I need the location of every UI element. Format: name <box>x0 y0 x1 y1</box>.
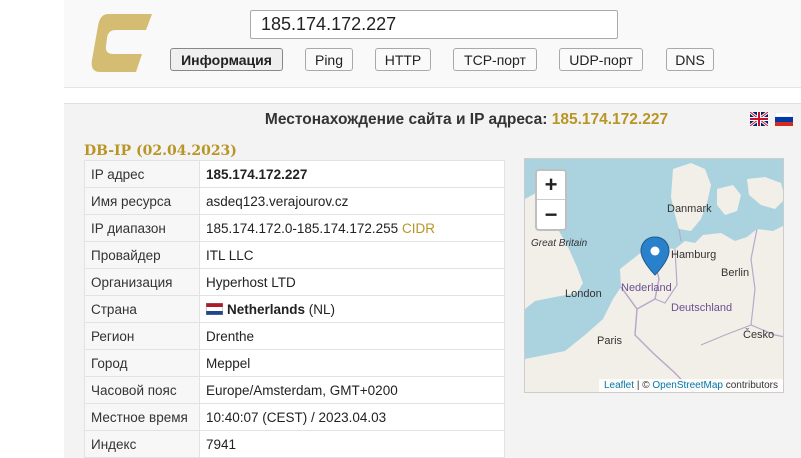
section-title: Местонахождение сайта и IP адреса: 185.1… <box>64 111 801 129</box>
map-attribution: Leaflet | © OpenStreetMap contributors <box>599 379 783 392</box>
title-prefix: Местонахождение сайта и IP адреса: <box>264 111 548 128</box>
row-value: Drenthe <box>199 322 505 350</box>
letter-c-logo-icon[interactable] <box>90 14 152 72</box>
map-zoom-control: + − <box>535 169 567 231</box>
row-value-cell: Netherlands (NL) <box>199 295 505 323</box>
row-value: 185.174.172.227 <box>199 160 505 188</box>
row-value: ITL LLC <box>199 241 505 269</box>
row-value: 7941 <box>199 430 505 458</box>
flag-uk-icon[interactable] <box>750 112 768 126</box>
row-key: Часовой пояс <box>84 376 200 404</box>
map-label-danmark: Danmark <box>667 203 712 215</box>
tab-http[interactable]: HTTP <box>375 48 431 71</box>
db-source-label: DB-IP (02.04.2023) <box>84 143 237 159</box>
row-key: Местное время <box>84 403 200 431</box>
row-key: Страна <box>84 295 200 323</box>
leaflet-link[interactable]: Leaflet <box>604 380 634 391</box>
attribution-suffix: contributors <box>725 380 778 391</box>
table-row: Организация Hyperhost LTD <box>84 268 505 296</box>
row-value: Meppel <box>199 349 505 377</box>
row-value: Europe/Amsterdam, GMT+0200 <box>199 376 505 404</box>
map-label-deutschland: Deutschland <box>671 302 733 314</box>
table-row: Местное время 10:40:07 (CEST) / 2023.04.… <box>84 403 505 431</box>
row-key: Город <box>84 349 200 377</box>
map-label-nederland: Nederland <box>621 282 672 294</box>
location-panel: Местонахождение сайта и IP адреса: 185.1… <box>64 103 801 458</box>
netherlands-flag-icon <box>206 302 223 315</box>
map-label-hamburg: Hamburg <box>671 249 717 261</box>
row-key: Регион <box>84 322 200 350</box>
map-label-london: London <box>565 288 602 300</box>
tab-info[interactable]: Информация <box>170 48 283 71</box>
ip-range-value: 185.174.172.0-185.174.172.255 <box>206 220 399 236</box>
tab-ping[interactable]: Ping <box>305 48 353 71</box>
ip-info-table: IP адрес 185.174.172.227 Имя ресурса asd… <box>84 160 505 458</box>
zoom-out-button[interactable]: − <box>537 200 565 229</box>
row-value: 10:40:07 (CEST) / 2023.04.03 <box>199 403 505 431</box>
osm-link[interactable]: OpenStreetMap <box>652 380 723 391</box>
tab-udp-port[interactable]: UDP-порт <box>559 48 643 71</box>
map-label-berlin: Berlin <box>721 267 750 279</box>
table-row: Часовой пояс Europe/Amsterdam, GMT+0200 <box>84 376 505 404</box>
title-ip: 185.174.172.227 <box>551 111 669 128</box>
row-value-cell: 185.174.172.0-185.174.172.255 CIDR <box>199 214 505 242</box>
row-key: IP адрес <box>84 160 200 188</box>
cidr-link[interactable]: CIDR <box>402 221 435 236</box>
attribution-separator: | <box>636 380 640 391</box>
table-row: IP диапазон 185.174.172.0-185.174.172.25… <box>84 214 505 242</box>
table-row: Страна Netherlands (NL) <box>84 295 505 323</box>
table-row: Город Meppel <box>84 349 505 377</box>
copyright-symbol: © <box>642 380 650 391</box>
table-row: IP адрес 185.174.172.227 <box>84 160 505 188</box>
zoom-in-button[interactable]: + <box>537 171 565 200</box>
row-key: Индекс <box>84 430 200 458</box>
tab-dns[interactable]: DNS <box>666 48 714 71</box>
row-value: Hyperhost LTD <box>199 268 505 296</box>
ip-search-input[interactable] <box>250 10 618 39</box>
row-key: Организация <box>84 268 200 296</box>
map-label-cesko: Česko <box>743 329 775 341</box>
table-row: Регион Drenthe <box>84 322 505 350</box>
row-value: asdeq123.verajourov.cz <box>199 187 505 215</box>
tab-tcp-port[interactable]: TCP-порт <box>453 48 537 71</box>
row-key: Имя ресурса <box>84 187 200 215</box>
country-code: (NL) <box>308 301 336 317</box>
row-key: IP диапазон <box>84 214 200 242</box>
map-label-great-britain: Great Britain <box>531 238 588 249</box>
row-key: Провайдер <box>84 241 200 269</box>
flag-ru-icon[interactable] <box>775 112 793 126</box>
table-row: Индекс 7941 <box>84 430 505 458</box>
table-row: Провайдер ITL LLC <box>84 241 505 269</box>
location-map[interactable]: Danmark Great Britain Hamburg Berlin Lon… <box>524 158 784 393</box>
table-row: Имя ресурса asdeq123.verajourov.cz <box>84 187 505 215</box>
map-label-paris: Paris <box>597 335 623 347</box>
country-name: Netherlands <box>227 301 306 317</box>
